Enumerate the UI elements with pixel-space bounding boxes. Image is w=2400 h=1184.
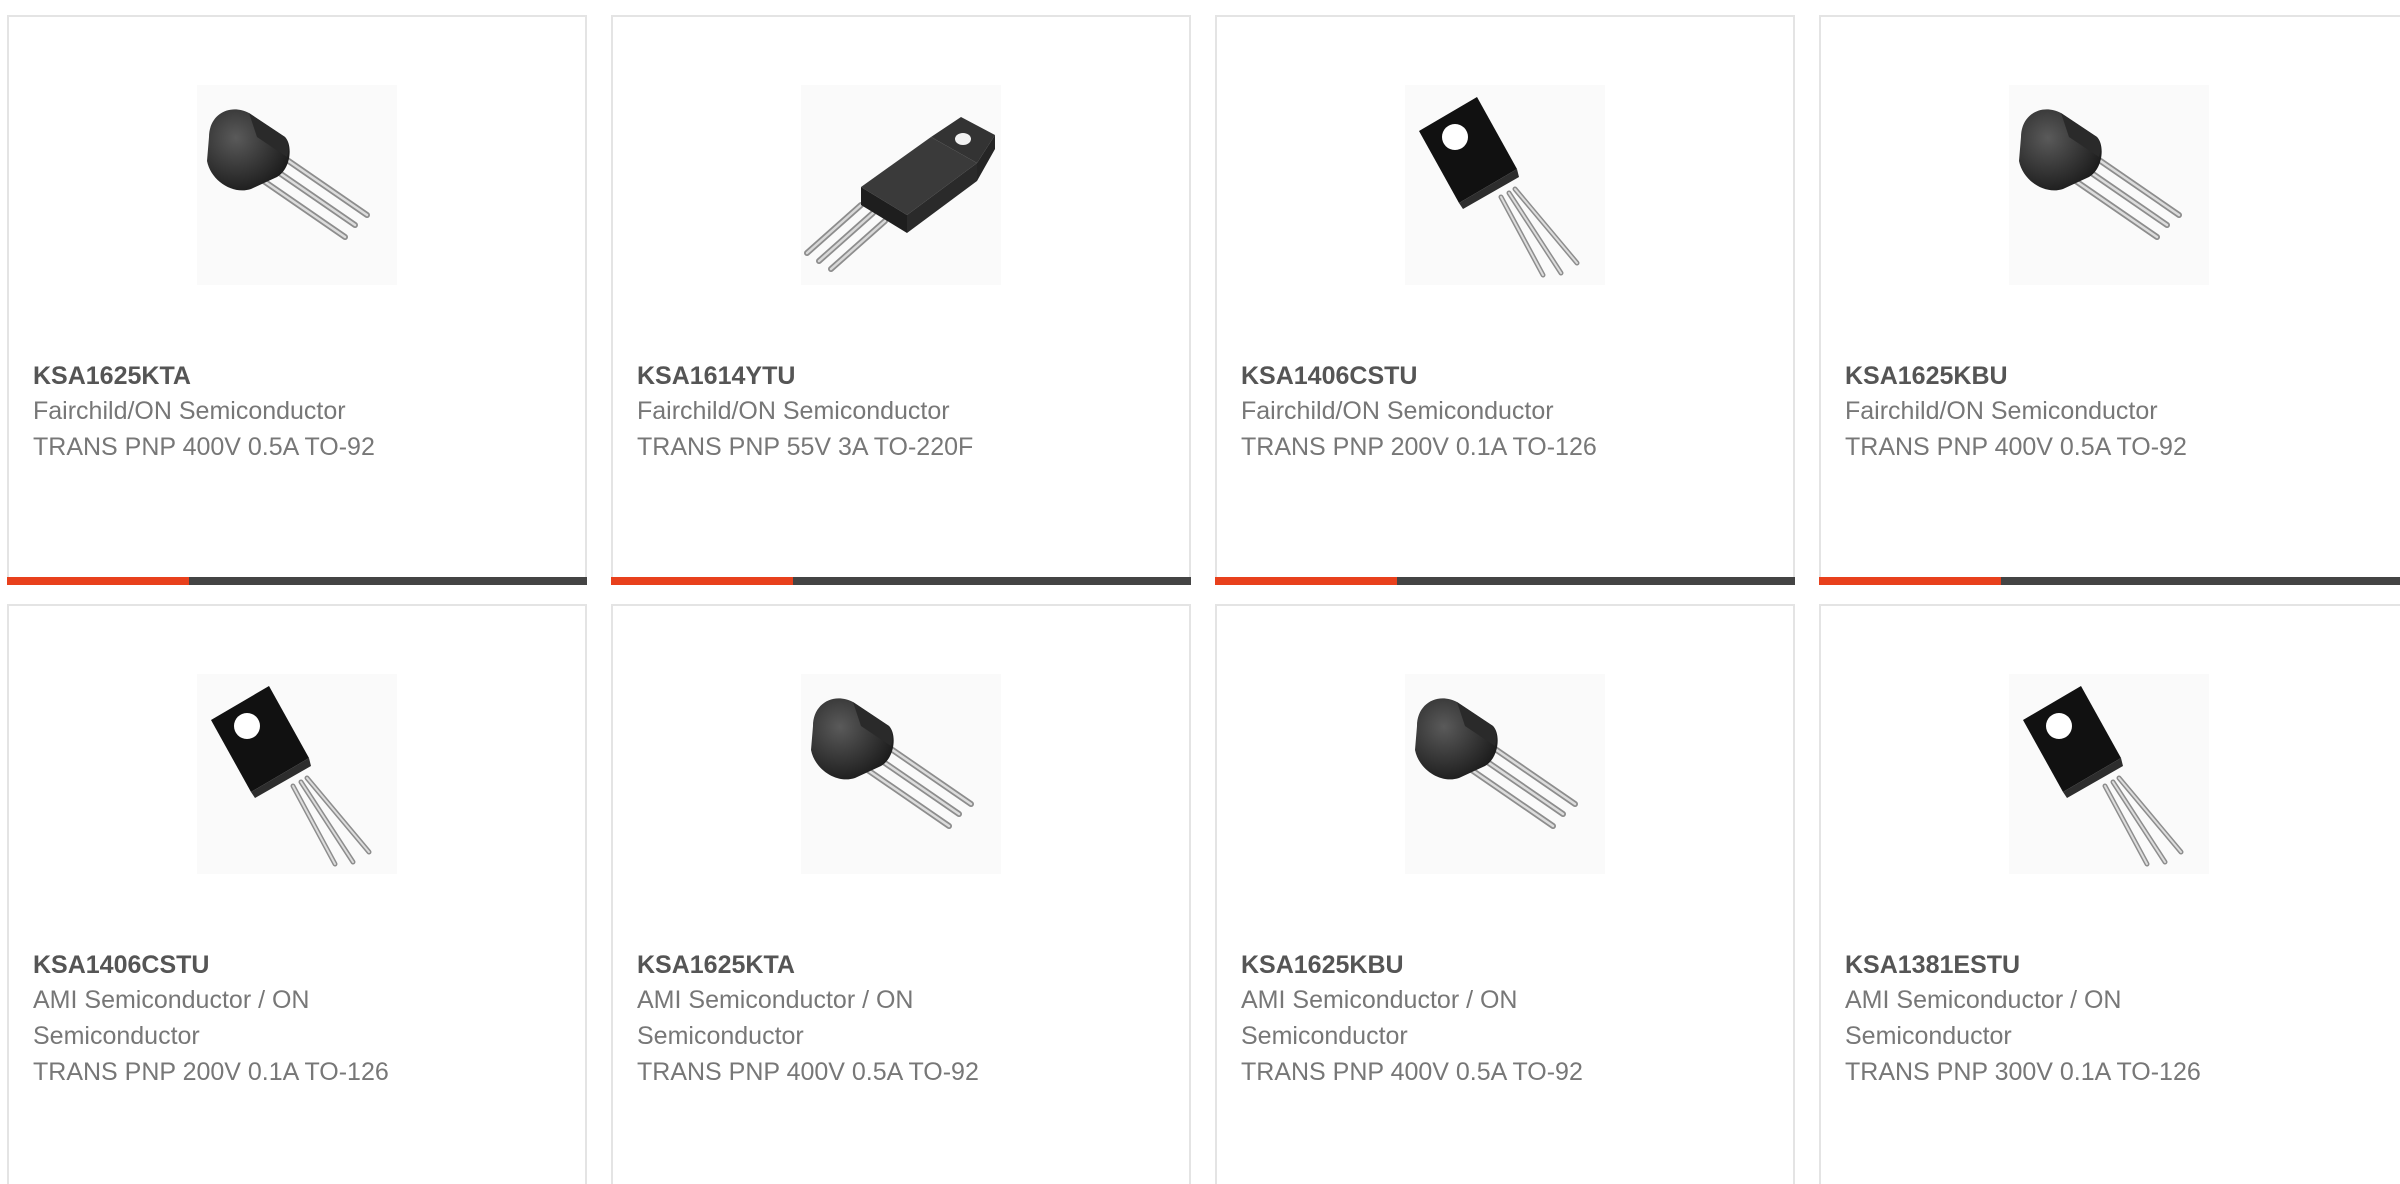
description: TRANS PNP 400V 0.5A TO-92 <box>33 433 375 461</box>
card-bottom-bar <box>611 577 1191 585</box>
product-card[interactable]: KSA1406CSTU Fairchild/ON Semiconductor T… <box>1215 15 1795 585</box>
to-126-transistor-icon <box>197 674 397 874</box>
description: TRANS PNP 200V 0.1A TO-126 <box>1241 433 1597 461</box>
part-number: KSA1614YTU <box>637 362 796 390</box>
card-accent <box>1215 577 1397 585</box>
product-card[interactable]: KSA1625KTA Fairchild/ON Semiconductor TR… <box>7 15 587 585</box>
card-accent <box>611 577 793 585</box>
manufacturer: Fairchild/ON Semiconductor <box>33 397 346 425</box>
part-number: KSA1625KTA <box>33 362 191 390</box>
part-number: KSA1625KBU <box>1845 362 2008 390</box>
to-220f-transistor-icon <box>801 85 1001 285</box>
part-number: KSA1406CSTU <box>1241 362 1418 390</box>
product-card[interactable]: KSA1381ESTU AMI Semiconductor / ON Semic… <box>1819 604 2400 1184</box>
to-126-transistor-icon <box>2009 674 2209 874</box>
manufacturer: Fairchild/ON Semiconductor <box>1845 397 2158 425</box>
to-92-transistor-icon <box>197 85 397 285</box>
part-number: KSA1381ESTU <box>1845 951 2021 979</box>
manufacturer: AMI Semiconductor / ON Semiconductor <box>637 986 914 1050</box>
to-92-transistor-icon <box>2009 85 2209 285</box>
product-grid: KSA1625KTA Fairchild/ON Semiconductor TR… <box>0 0 2400 1184</box>
card-bottom-bar <box>7 577 587 585</box>
card-bottom-bar <box>1215 577 1795 585</box>
description: TRANS PNP 200V 0.1A TO-126 <box>33 1058 389 1086</box>
part-number: KSA1625KBU <box>1241 951 1404 979</box>
part-number: KSA1406CSTU <box>33 951 210 979</box>
description: TRANS PNP 300V 0.1A TO-126 <box>1845 1058 2201 1086</box>
to-92-transistor-icon <box>1405 674 1605 874</box>
card-accent <box>7 577 189 585</box>
product-card[interactable]: KSA1625KBU AMI Semiconductor / ON Semico… <box>1215 604 1795 1184</box>
product-card[interactable]: KSA1406CSTU AMI Semiconductor / ON Semic… <box>7 604 587 1184</box>
manufacturer: AMI Semiconductor / ON Semiconductor <box>1845 986 2122 1050</box>
product-card[interactable]: KSA1614YTU Fairchild/ON Semiconductor TR… <box>611 15 1191 585</box>
product-card[interactable]: KSA1625KTA AMI Semiconductor / ON Semico… <box>611 604 1191 1184</box>
card-accent <box>1819 577 2001 585</box>
manufacturer: Fairchild/ON Semiconductor <box>1241 397 1554 425</box>
card-bottom-bar <box>1819 577 2400 585</box>
part-number: KSA1625KTA <box>637 951 795 979</box>
description: TRANS PNP 400V 0.5A TO-92 <box>1241 1058 1583 1086</box>
description: TRANS PNP 400V 0.5A TO-92 <box>637 1058 979 1086</box>
manufacturer: AMI Semiconductor / ON Semiconductor <box>33 986 310 1050</box>
to-92-transistor-icon <box>801 674 1001 874</box>
description: TRANS PNP 400V 0.5A TO-92 <box>1845 433 2187 461</box>
to-126-transistor-icon <box>1405 85 1605 285</box>
manufacturer: Fairchild/ON Semiconductor <box>637 397 950 425</box>
product-card[interactable]: KSA1625KBU Fairchild/ON Semiconductor TR… <box>1819 15 2400 585</box>
description: TRANS PNP 55V 3A TO-220F <box>637 433 974 461</box>
manufacturer: AMI Semiconductor / ON Semiconductor <box>1241 986 1518 1050</box>
